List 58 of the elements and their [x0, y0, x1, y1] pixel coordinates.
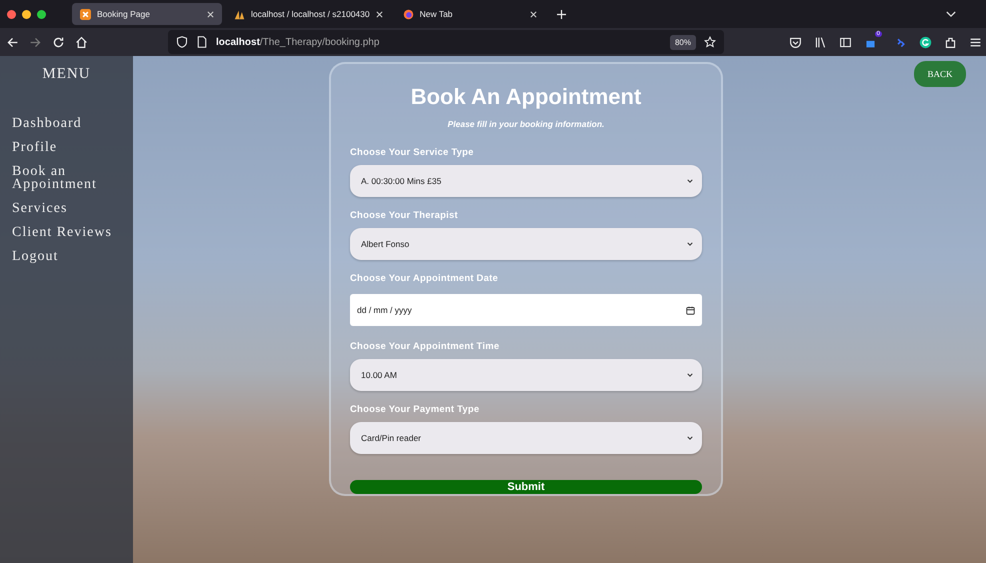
address-bar[interactable]: localhost/The_Therapy/booking.php 80%	[168, 30, 724, 54]
dropdown-field[interactable]: Card/Pin reader	[350, 422, 702, 454]
browser-tab[interactable]: Booking Page	[72, 3, 222, 25]
close-window-icon[interactable]	[7, 10, 16, 18]
star-icon[interactable]	[704, 36, 716, 48]
nav-link[interactable]: Logout	[12, 250, 112, 263]
grammar-icon[interactable]	[919, 36, 932, 48]
date-field[interactable]: dd / mm / yyyy	[350, 294, 702, 326]
close-tab-icon[interactable]	[207, 10, 214, 18]
back-arrow-icon[interactable]	[6, 36, 19, 48]
back-button[interactable]: BACK	[914, 61, 966, 87]
zoom-level-badge[interactable]: 80%	[670, 34, 696, 50]
tab-title: New Tab	[420, 9, 454, 19]
tab-list-chevron-icon[interactable]	[946, 10, 956, 18]
url-text: localhost/The_Therapy/booking.php	[216, 36, 380, 48]
dropdown-field[interactable]: Albert Fonso	[350, 228, 702, 260]
form-subtitle: Please fill in your booking information.	[446, 119, 606, 129]
nav-link[interactable]: Services	[12, 202, 112, 215]
field-label: Choose Your Appointment Time	[350, 341, 500, 352]
field-label: Choose Your Therapist	[350, 210, 459, 221]
submit-button[interactable]: Submit	[350, 480, 702, 494]
library-icon[interactable]	[814, 36, 827, 48]
browser-tab[interactable]: New Tab	[394, 3, 545, 25]
close-tab-icon[interactable]	[530, 10, 537, 18]
tab-title: Booking Page	[97, 9, 151, 19]
sidebar-icon[interactable]	[839, 36, 852, 48]
maximize-window-icon[interactable]	[37, 10, 46, 18]
browser-tab[interactable]: localhost / localhost / s2100430	[226, 3, 391, 25]
forward-arrow-icon[interactable]	[29, 36, 42, 48]
calendar-icon[interactable]	[686, 306, 695, 314]
nav-link[interactable]: Book an Appointment	[12, 165, 112, 191]
sail-icon	[234, 8, 245, 20]
caret-icon	[687, 373, 693, 377]
dropdown-field[interactable]: 10.00 AM	[350, 359, 702, 391]
new-tab-icon[interactable]	[556, 10, 566, 18]
nav-link[interactable]: Client Reviews	[12, 226, 112, 239]
field-label: Choose Your Service Type	[350, 147, 475, 158]
form-title: Book An Appointment	[410, 84, 642, 110]
pocket-icon[interactable]	[789, 36, 802, 48]
close-tab-icon[interactable]	[376, 10, 383, 18]
extensions-icon[interactable]	[944, 36, 957, 48]
caret-icon	[687, 436, 693, 440]
caret-icon	[687, 179, 693, 183]
menu-title: MENU	[41, 66, 92, 83]
caret-icon	[687, 242, 693, 246]
app-logo-icon	[80, 8, 91, 20]
nav-link[interactable]: Profile	[12, 141, 112, 154]
page-icon	[196, 36, 208, 48]
minimize-window-icon[interactable]	[22, 10, 31, 18]
field-label: Choose Your Payment Type	[350, 404, 480, 415]
home-icon[interactable]	[75, 36, 88, 48]
tab-title: localhost / localhost / s2100430	[251, 9, 370, 19]
menu-icon[interactable]	[969, 36, 982, 48]
dropdown-field[interactable]: A. 00:30:00 Mins £35	[350, 165, 702, 197]
reload-icon[interactable]	[52, 36, 65, 48]
shield-icon	[176, 36, 188, 48]
nav-link[interactable]: Dashboard	[12, 117, 112, 130]
field-label: Choose Your Appointment Date	[350, 273, 499, 284]
